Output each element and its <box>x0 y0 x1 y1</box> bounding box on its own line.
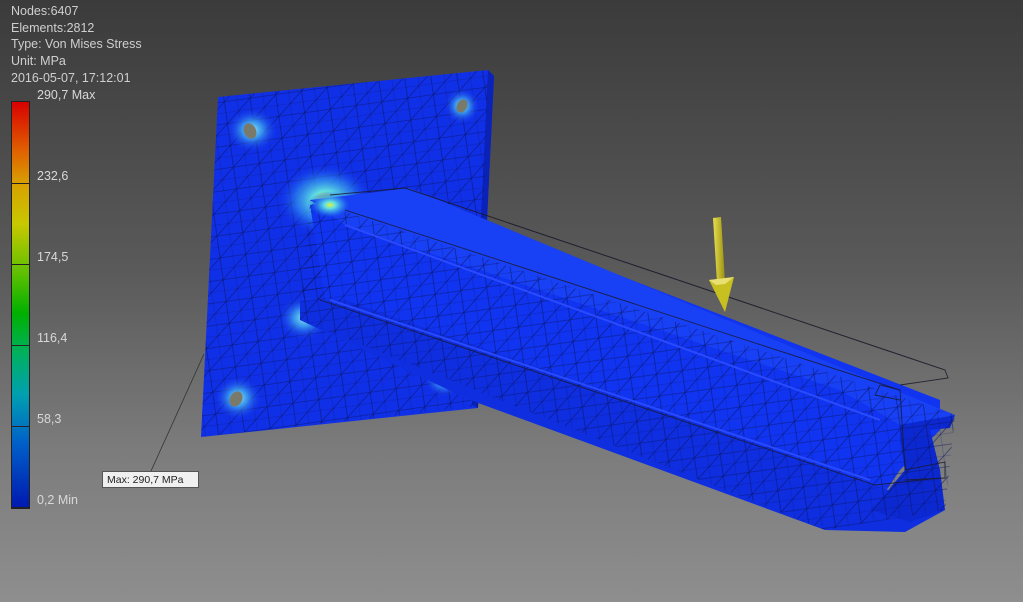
fea-model-viewport[interactable] <box>0 0 1023 602</box>
max-stress-callout[interactable]: Max: 290,7 MPa <box>102 471 199 488</box>
max-callout-leader <box>150 353 205 472</box>
i-beam <box>300 188 955 532</box>
